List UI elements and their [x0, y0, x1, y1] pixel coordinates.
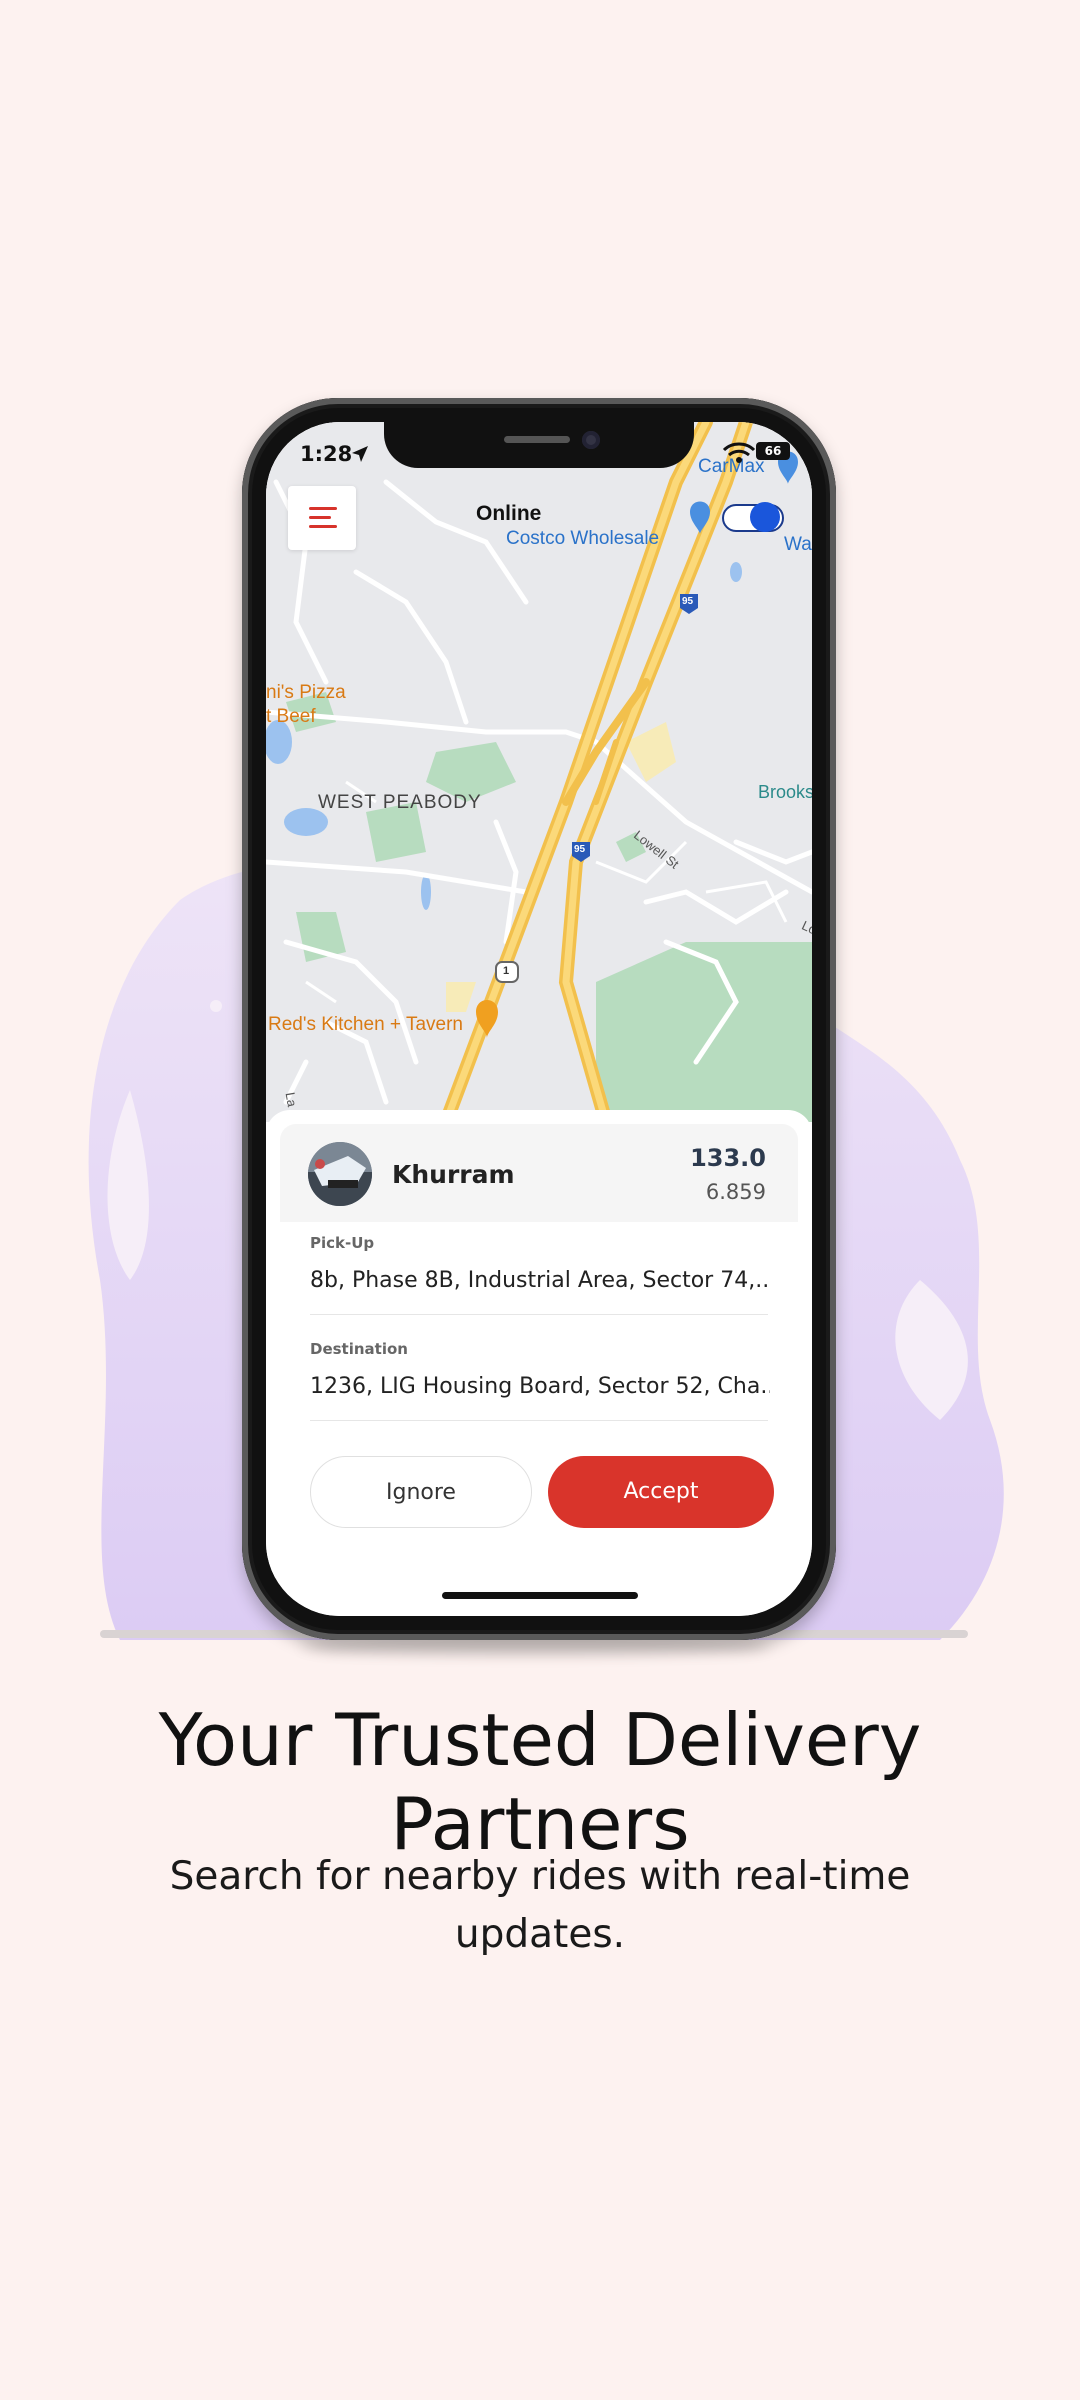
onboarding-subtext: Search for nearby rides with real-time u…: [169, 1854, 911, 1957]
online-toggle[interactable]: [722, 502, 784, 532]
divider: [310, 1420, 768, 1421]
pickup-label: Pick-Up: [310, 1234, 375, 1252]
map-label-pizza-2: t Beef: [266, 706, 316, 727]
ignore-button[interactable]: Ignore: [310, 1456, 532, 1528]
map-label-brooks: Brooks: [758, 782, 812, 802]
route-1-shield: 1: [503, 965, 510, 977]
menu-icon-line: [309, 525, 337, 528]
map-label-la: La: [282, 1091, 300, 1108]
driver-name: Khurram: [392, 1160, 515, 1189]
map-label-area: WEST PEABODY: [318, 792, 482, 813]
pickup-address: 8b, Phase 8B, Industrial Area, Sector 74…: [310, 1268, 770, 1293]
phone-screen: Costco Wholesale CarMax Wal ni's Pizza t…: [266, 422, 812, 1616]
online-status-label: Online: [476, 502, 542, 525]
divider: [310, 1314, 768, 1315]
avatar: [308, 1142, 372, 1206]
phone-notch: [384, 422, 694, 468]
home-indicator: [442, 1592, 638, 1599]
avatar-image: [308, 1142, 372, 1206]
route-95-shield-north: 95: [682, 596, 694, 607]
toggle-knob: [750, 502, 780, 532]
trip-distance: 6.859: [705, 1180, 766, 1204]
driver-card: Khurram 133.0 6.859: [280, 1124, 798, 1222]
menu-icon-line: [309, 516, 331, 519]
destination-label: Destination: [310, 1340, 408, 1358]
destination-address: 1236, LIG Housing Board, Sector 52, Cha.…: [310, 1374, 770, 1399]
menu-icon-line: [309, 507, 337, 510]
phone-mockup: Costco Wholesale CarMax Wal ni's Pizza t…: [242, 398, 836, 1640]
menu-button[interactable]: [288, 486, 356, 550]
map-label-pizza-1: ni's Pizza: [266, 682, 346, 703]
location-arrow-icon: [352, 446, 368, 462]
speaker-grille: [504, 436, 570, 443]
map-label-reds-kitchen: Red's Kitchen + Tavern: [268, 1014, 463, 1035]
map-label-walmart: Wal: [784, 534, 812, 555]
front-camera: [582, 431, 600, 449]
onboarding-headline: Your Trusted Delivery Partners: [158, 1698, 922, 1866]
status-time: 1:28: [300, 442, 353, 466]
ride-request-sheet: Khurram 133.0 6.859 Pick-Up 8b, Phase 8B…: [266, 1110, 812, 1616]
route-95-shield-south: 95: [574, 844, 586, 855]
map-label-costco: Costco Wholesale: [506, 528, 660, 549]
fare-amount: 133.0: [690, 1144, 766, 1172]
accept-button[interactable]: Accept: [548, 1456, 774, 1528]
battery-indicator: 66: [756, 442, 790, 460]
